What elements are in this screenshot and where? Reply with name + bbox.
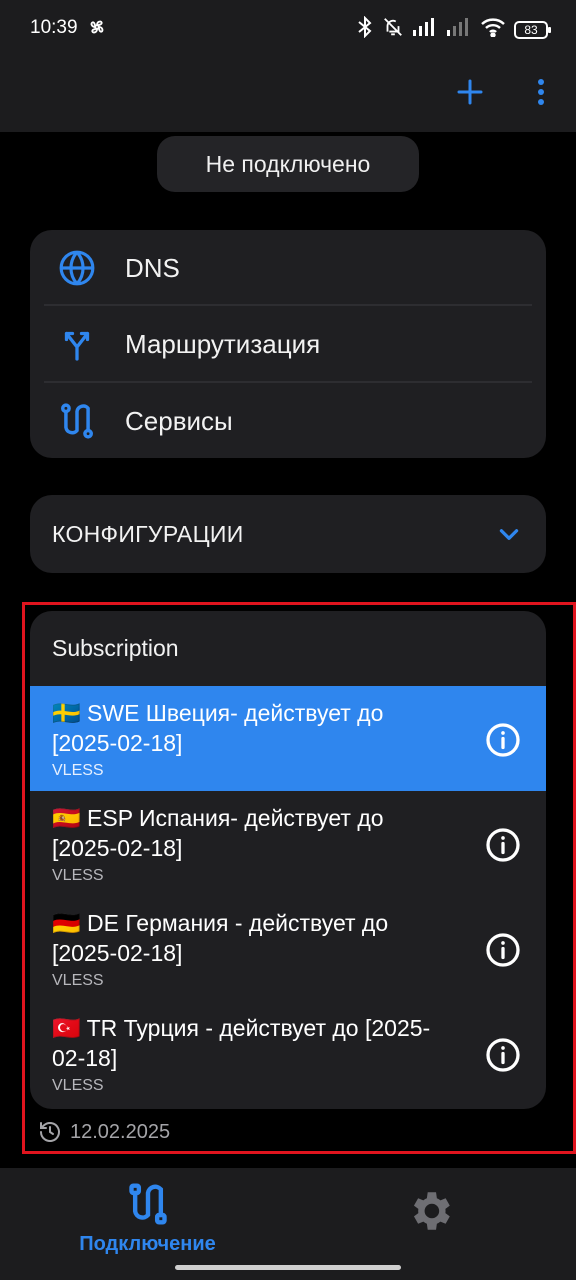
settings-item-dns[interactable]: DNS — [30, 230, 546, 306]
info-icon[interactable] — [485, 722, 521, 758]
app-bar — [0, 60, 576, 132]
subscription-item[interactable]: 🇸🇪 SWE Швеция- действует до [2025-02-18]… — [30, 686, 546, 791]
subscription-title: Subscription — [52, 635, 179, 661]
gear-icon — [413, 1192, 450, 1230]
battery-icon: 83 — [514, 20, 551, 39]
settings-item-label: DNS — [125, 252, 180, 283]
chevron-down-icon — [496, 521, 522, 552]
route-split-icon — [56, 323, 98, 365]
configurations-toggle[interactable]: КОНФИГУРАЦИИ — [30, 495, 546, 573]
protocol-label: VLESS — [52, 972, 104, 989]
protocol-label: VLESS — [52, 867, 104, 884]
subscription-item[interactable]: 🇹🇷 TR Турция - действует до [2025-02-18]… — [30, 1001, 546, 1106]
subscription-updated: 12.02.2025 — [38, 1120, 170, 1144]
connection-status-button[interactable]: Не подключено — [157, 136, 419, 192]
server-name: 🇸🇪 SWE Швеция- действует до [2025-02-18] — [52, 700, 384, 756]
settings-card: DNS Маршрутизация Сервисы — [30, 230, 546, 458]
info-icon[interactable] — [485, 1037, 521, 1073]
protocol-label: VLESS — [52, 1077, 104, 1094]
settings-item-routing[interactable]: Маршрутизация — [30, 306, 546, 382]
subscription-item[interactable]: 🇪🇸 ESP Испания- действует до [2025-02-18… — [30, 791, 546, 896]
updated-date: 12.02.2025 — [70, 1120, 171, 1143]
home-indicator — [175, 1265, 401, 1270]
bell-off-icon — [382, 16, 404, 43]
subscription-card: Subscription 🇸🇪 SWE Швеция- действует до… — [30, 611, 546, 1109]
plus-icon — [457, 79, 483, 105]
clock: 10:39 — [30, 17, 78, 38]
more-options-button[interactable] — [524, 72, 558, 112]
add-button[interactable] — [452, 72, 488, 112]
nav-connection[interactable]: Подключение — [60, 1182, 235, 1256]
info-icon[interactable] — [485, 827, 521, 863]
services-icon — [56, 400, 98, 442]
settings-item-services[interactable]: Сервисы — [30, 383, 546, 459]
bluetooth-icon — [356, 15, 374, 43]
configurations-label: КОНФИГУРАЦИИ — [52, 520, 244, 547]
protocol-label: VLESS — [52, 762, 104, 779]
globe-icon — [56, 247, 98, 289]
wifi-icon — [480, 17, 506, 42]
subscription-item[interactable]: 🇩🇪 DE Германия - действует до [2025-02-1… — [30, 896, 546, 1001]
info-icon[interactable] — [485, 932, 521, 968]
nav-settings[interactable] — [405, 1186, 455, 1241]
connection-icon — [128, 1183, 167, 1225]
status-bar: 10:39 83 — [0, 0, 576, 60]
settings-item-label: Маршрутизация — [125, 328, 321, 359]
nav-connection-label: Подключение — [79, 1233, 216, 1255]
server-name: 🇪🇸 ESP Испания- действует до [2025-02-18… — [52, 805, 384, 861]
signal-weak-icon — [446, 18, 472, 41]
signal-icon — [412, 18, 438, 41]
bottom-nav: Подключение — [0, 1168, 576, 1280]
more-vertical-icon — [538, 79, 544, 105]
settings-item-label: Сервисы — [125, 405, 233, 436]
fan-icon — [86, 16, 108, 43]
server-name: 🇩🇪 DE Германия - действует до [2025-02-1… — [52, 910, 389, 966]
server-name: 🇹🇷 TR Турция - действует до [2025-02-18] — [52, 1015, 431, 1071]
history-icon — [40, 1122, 60, 1142]
